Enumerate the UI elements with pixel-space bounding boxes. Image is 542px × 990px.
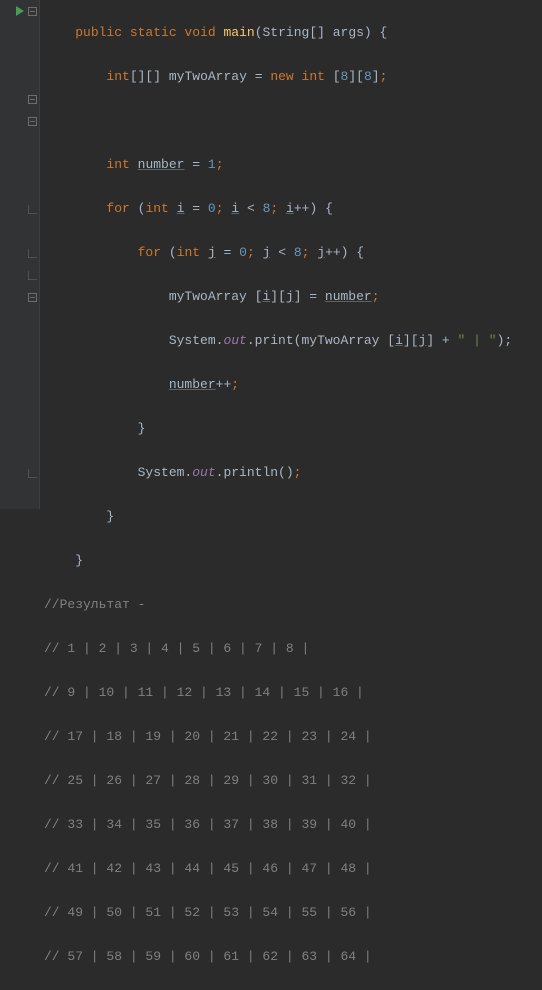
code-editor[interactable]: public static void main(String[] args) {… [40,0,512,509]
code-line: // 49 | 50 | 51 | 52 | 53 | 54 | 55 | 56… [44,902,512,924]
code-line: for (int i = 0; i < 8; i++) { [44,198,512,220]
code-line: System.out.print(myTwoArray [i][j] + " |… [44,330,512,352]
code-line: // 17 | 18 | 19 | 20 | 21 | 22 | 23 | 24… [44,726,512,748]
code-line: } [44,506,512,528]
code-line: number++; [44,374,512,396]
code-line: // 1 | 2 | 3 | 4 | 5 | 6 | 7 | 8 | [44,638,512,660]
editor-gutter [0,0,40,509]
code-line: // 9 | 10 | 11 | 12 | 13 | 14 | 15 | 16 … [44,682,512,704]
code-line: // 41 | 42 | 43 | 44 | 45 | 46 | 47 | 48… [44,858,512,880]
code-line: for (int j = 0; j < 8; j++) { [44,242,512,264]
code-line: // 33 | 34 | 35 | 36 | 37 | 38 | 39 | 40… [44,814,512,836]
fold-end-icon[interactable] [0,264,40,286]
fold-minus-icon[interactable] [0,286,40,308]
code-line: System.out.println(); [44,462,512,484]
code-line: //Результат - [44,594,512,616]
code-line: int[][] myTwoArray = new int [8][8]; [44,66,512,88]
code-line: } [44,418,512,440]
code-line: // 25 | 26 | 27 | 28 | 29 | 30 | 31 | 32… [44,770,512,792]
code-line: public static void main(String[] args) { [44,22,512,44]
fold-minus-icon[interactable] [0,0,40,22]
fold-minus-icon[interactable] [0,110,40,132]
fold-end-icon[interactable] [0,242,40,264]
fold-end-icon[interactable] [0,198,40,220]
code-line [44,110,512,132]
fold-end-icon[interactable] [0,462,40,484]
fold-minus-icon[interactable] [0,88,40,110]
code-line: } [44,550,512,572]
code-line: myTwoArray [i][j] = number; [44,286,512,308]
code-line: int number = 1; [44,154,512,176]
code-line: // 57 | 58 | 59 | 60 | 61 | 62 | 63 | 64… [44,946,512,968]
